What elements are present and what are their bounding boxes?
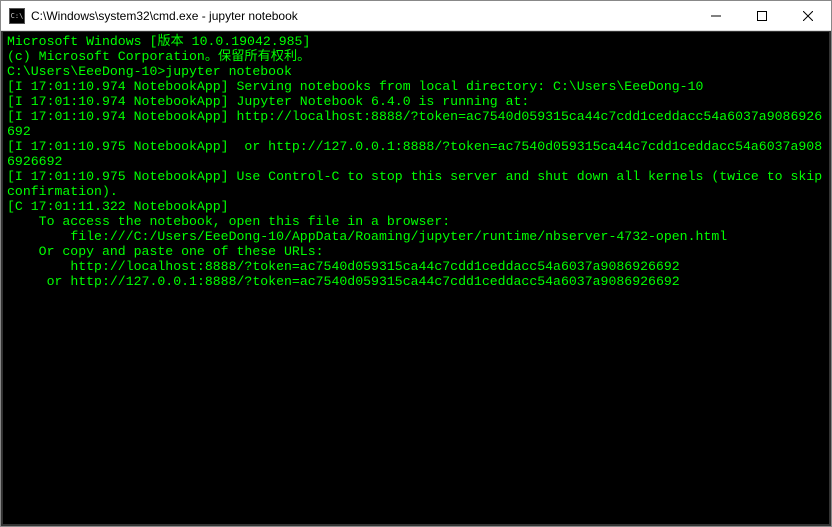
console-line: or http://127.0.0.1:8888/?token=ac7540d0… <box>7 274 825 289</box>
console-line: (c) Microsoft Corporation。保留所有权利。 <box>7 49 825 64</box>
close-icon <box>803 11 813 21</box>
minimize-button[interactable] <box>693 1 739 30</box>
console-line: To access the notebook, open this file i… <box>7 214 825 229</box>
console-line: [I 17:01:10.974 NotebookApp] Serving not… <box>7 79 825 94</box>
console-line: [I 17:01:10.974 NotebookApp] Jupyter Not… <box>7 94 825 109</box>
titlebar-buttons <box>693 1 831 30</box>
close-button[interactable] <box>785 1 831 30</box>
console-line: [C 17:01:11.322 NotebookApp] <box>7 199 825 214</box>
window-frame: C:\ C:\Windows\system32\cmd.exe - jupyte… <box>0 0 832 527</box>
console-line: [I 17:01:10.975 NotebookApp] Use Control… <box>7 169 825 199</box>
console-line: file:///C:/Users/EeeDong-10/AppData/Roam… <box>7 229 825 244</box>
cmd-icon-label: C:\ <box>11 12 24 20</box>
maximize-icon <box>757 11 767 21</box>
console-line: C:\Users\EeeDong-10>jupyter notebook <box>7 64 825 79</box>
console-line: http://localhost:8888/?token=ac7540d0593… <box>7 259 825 274</box>
console-line: Or copy and paste one of these URLs: <box>7 244 825 259</box>
console-line: [I 17:01:10.974 NotebookApp] http://loca… <box>7 109 825 139</box>
window-title: C:\Windows\system32\cmd.exe - jupyter no… <box>31 9 693 23</box>
titlebar[interactable]: C:\ C:\Windows\system32\cmd.exe - jupyte… <box>1 1 831 31</box>
console-line: [I 17:01:10.975 NotebookApp] or http://1… <box>7 139 825 169</box>
console-output[interactable]: Microsoft Windows [版本 10.0.19042.985](c)… <box>1 31 831 526</box>
console-line: Microsoft Windows [版本 10.0.19042.985] <box>7 34 825 49</box>
maximize-button[interactable] <box>739 1 785 30</box>
cmd-icon: C:\ <box>9 8 25 24</box>
minimize-icon <box>711 11 721 21</box>
